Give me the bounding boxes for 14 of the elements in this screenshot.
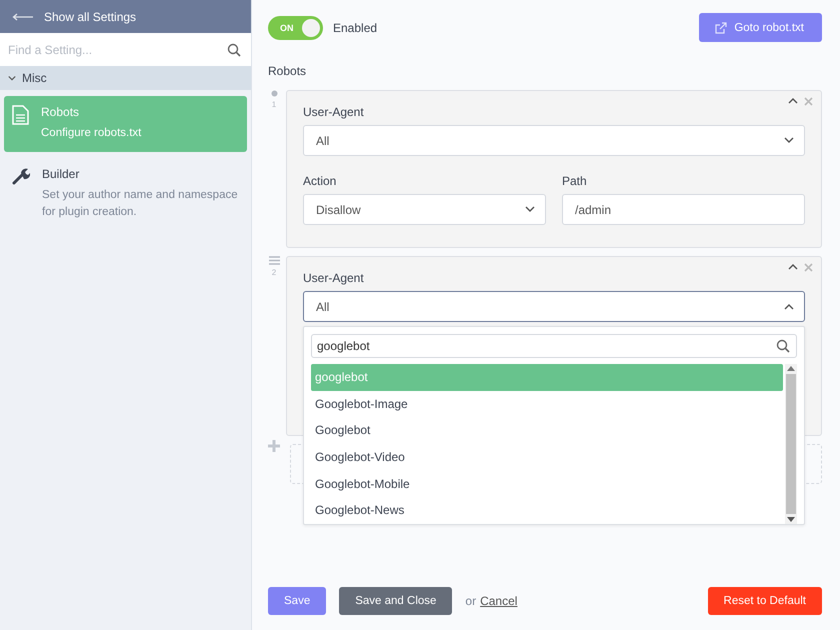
row-number: 2 bbox=[272, 268, 276, 277]
field-label: User-Agent bbox=[303, 271, 365, 285]
group-label: Misc bbox=[22, 71, 47, 85]
field-label: User-Agent bbox=[303, 105, 365, 119]
field-label: Action bbox=[303, 174, 338, 188]
row-number: 1 bbox=[272, 100, 276, 109]
item-title: Robots bbox=[41, 105, 80, 119]
item-title: Builder bbox=[42, 167, 80, 181]
or-text: or bbox=[465, 594, 476, 608]
field-label: Path bbox=[562, 174, 588, 188]
section-label: Robots bbox=[268, 64, 308, 78]
switch-label: Enabled bbox=[333, 20, 378, 34]
item-description: Configure robots.txt bbox=[41, 126, 142, 141]
item-description: Set your author name and namespace for plugin creation. bbox=[42, 188, 239, 220]
